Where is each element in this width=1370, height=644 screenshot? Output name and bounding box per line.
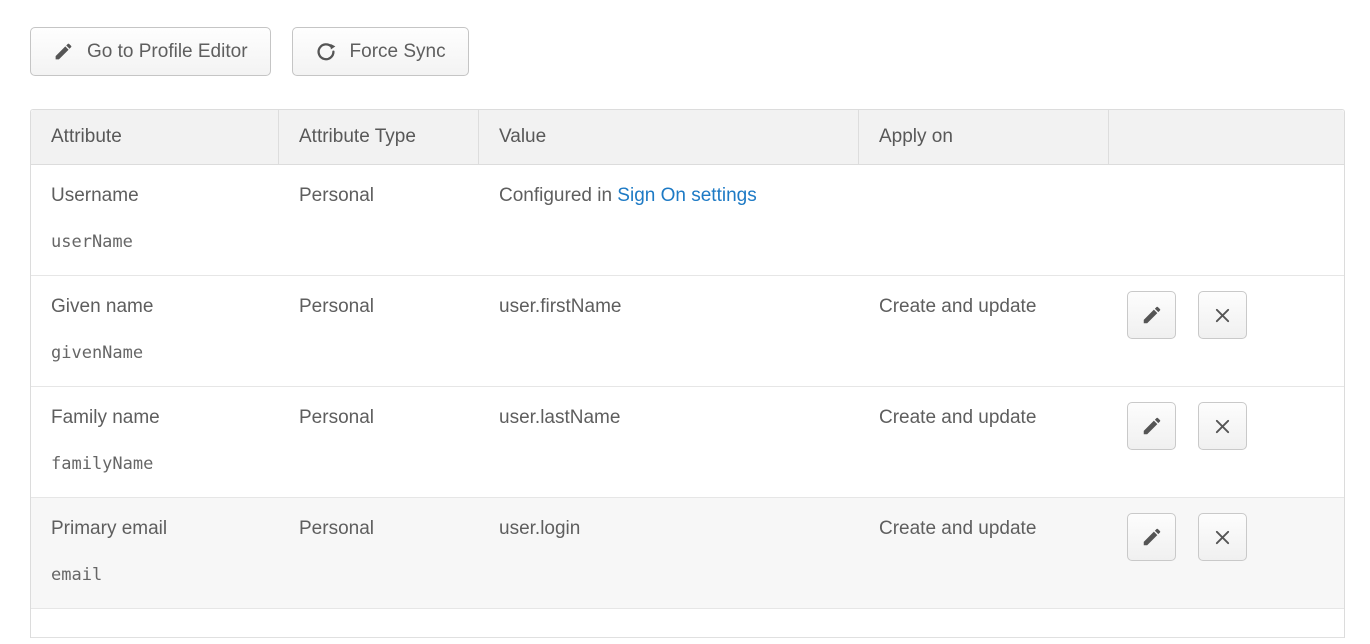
table-row: Given name givenName Personal user.first… <box>31 276 1344 387</box>
apply-on-cell: Create and update <box>859 387 1109 497</box>
page: Go to Profile Editor Force Sync Attribut… <box>0 0 1370 644</box>
force-sync-button[interactable]: Force Sync <box>292 27 469 76</box>
header-attribute: Attribute <box>31 110 279 164</box>
table-body: Username userName Personal Configured in… <box>31 165 1344 609</box>
attribute-type-cell: Personal <box>279 165 479 275</box>
value-text: user.lastName <box>499 407 620 428</box>
value-text: user.login <box>499 518 580 539</box>
attribute-type-text: Personal <box>299 296 374 317</box>
value-cell: user.login <box>479 498 859 608</box>
header-attribute-type: Attribute Type <box>279 110 479 164</box>
sign-on-settings-link[interactable]: Sign On settings <box>617 185 756 206</box>
delete-attribute-button[interactable] <box>1198 402 1247 450</box>
pencil-icon <box>1141 415 1163 437</box>
close-icon <box>1212 416 1233 437</box>
attribute-label: Family name <box>51 406 259 430</box>
value-text: user.firstName <box>499 296 621 317</box>
go-to-profile-editor-label: Go to Profile Editor <box>87 41 248 63</box>
toolbar: Go to Profile Editor Force Sync <box>0 0 1370 76</box>
value-cell: Configured in Sign On settings <box>479 165 859 275</box>
delete-attribute-button[interactable] <box>1198 291 1247 339</box>
attribute-label: Given name <box>51 295 259 319</box>
actions-cell <box>1109 387 1344 497</box>
table-header-row: Attribute Attribute Type Value Apply on <box>31 110 1344 165</box>
apply-on-cell: Create and update <box>859 276 1109 386</box>
attribute-type-cell: Personal <box>279 387 479 497</box>
attribute-variable-name: givenName <box>51 343 259 364</box>
attribute-type-text: Personal <box>299 518 374 539</box>
actions-cell <box>1109 498 1344 608</box>
pencil-icon <box>1141 304 1163 326</box>
refresh-icon <box>315 41 337 63</box>
attribute-cell: Given name givenName <box>31 276 279 386</box>
go-to-profile-editor-button[interactable]: Go to Profile Editor <box>30 27 271 76</box>
apply-on-cell <box>859 165 1109 275</box>
edit-attribute-button[interactable] <box>1127 291 1176 339</box>
attribute-variable-name: familyName <box>51 454 259 475</box>
close-icon <box>1212 527 1233 548</box>
attribute-type-cell: Personal <box>279 498 479 608</box>
apply-on-cell: Create and update <box>859 498 1109 608</box>
attribute-mappings-table: Attribute Attribute Type Value Apply on … <box>30 109 1345 638</box>
header-value: Value <box>479 110 859 164</box>
pencil-icon <box>53 41 74 62</box>
actions-cell <box>1109 276 1344 386</box>
apply-on-text: Create and update <box>879 407 1036 428</box>
attribute-label: Primary email <box>51 517 259 541</box>
force-sync-label: Force Sync <box>350 41 446 63</box>
delete-attribute-button[interactable] <box>1198 513 1247 561</box>
attribute-label: Username <box>51 184 259 208</box>
attribute-variable-name: email <box>51 565 259 586</box>
table-row: Family name familyName Personal user.las… <box>31 387 1344 498</box>
attribute-cell: Username userName <box>31 165 279 275</box>
apply-on-text: Create and update <box>879 296 1036 317</box>
pencil-icon <box>1141 526 1163 548</box>
attribute-cell: Primary email email <box>31 498 279 608</box>
attribute-type-text: Personal <box>299 185 374 206</box>
attribute-type-text: Personal <box>299 407 374 428</box>
empty-row <box>31 609 1344 638</box>
header-apply-on: Apply on <box>859 110 1109 164</box>
attribute-variable-name: userName <box>51 232 259 253</box>
value-cell: user.firstName <box>479 276 859 386</box>
apply-on-text: Create and update <box>879 518 1036 539</box>
table-row: Primary email email Personal user.login … <box>31 498 1344 609</box>
edit-attribute-button[interactable] <box>1127 402 1176 450</box>
value-cell: user.lastName <box>479 387 859 497</box>
header-actions <box>1109 110 1344 164</box>
close-icon <box>1212 305 1233 326</box>
attribute-type-cell: Personal <box>279 276 479 386</box>
edit-attribute-button[interactable] <box>1127 513 1176 561</box>
value-prefix-text: Configured in <box>499 185 617 206</box>
attribute-cell: Family name familyName <box>31 387 279 497</box>
table-row: Username userName Personal Configured in… <box>31 165 1344 276</box>
